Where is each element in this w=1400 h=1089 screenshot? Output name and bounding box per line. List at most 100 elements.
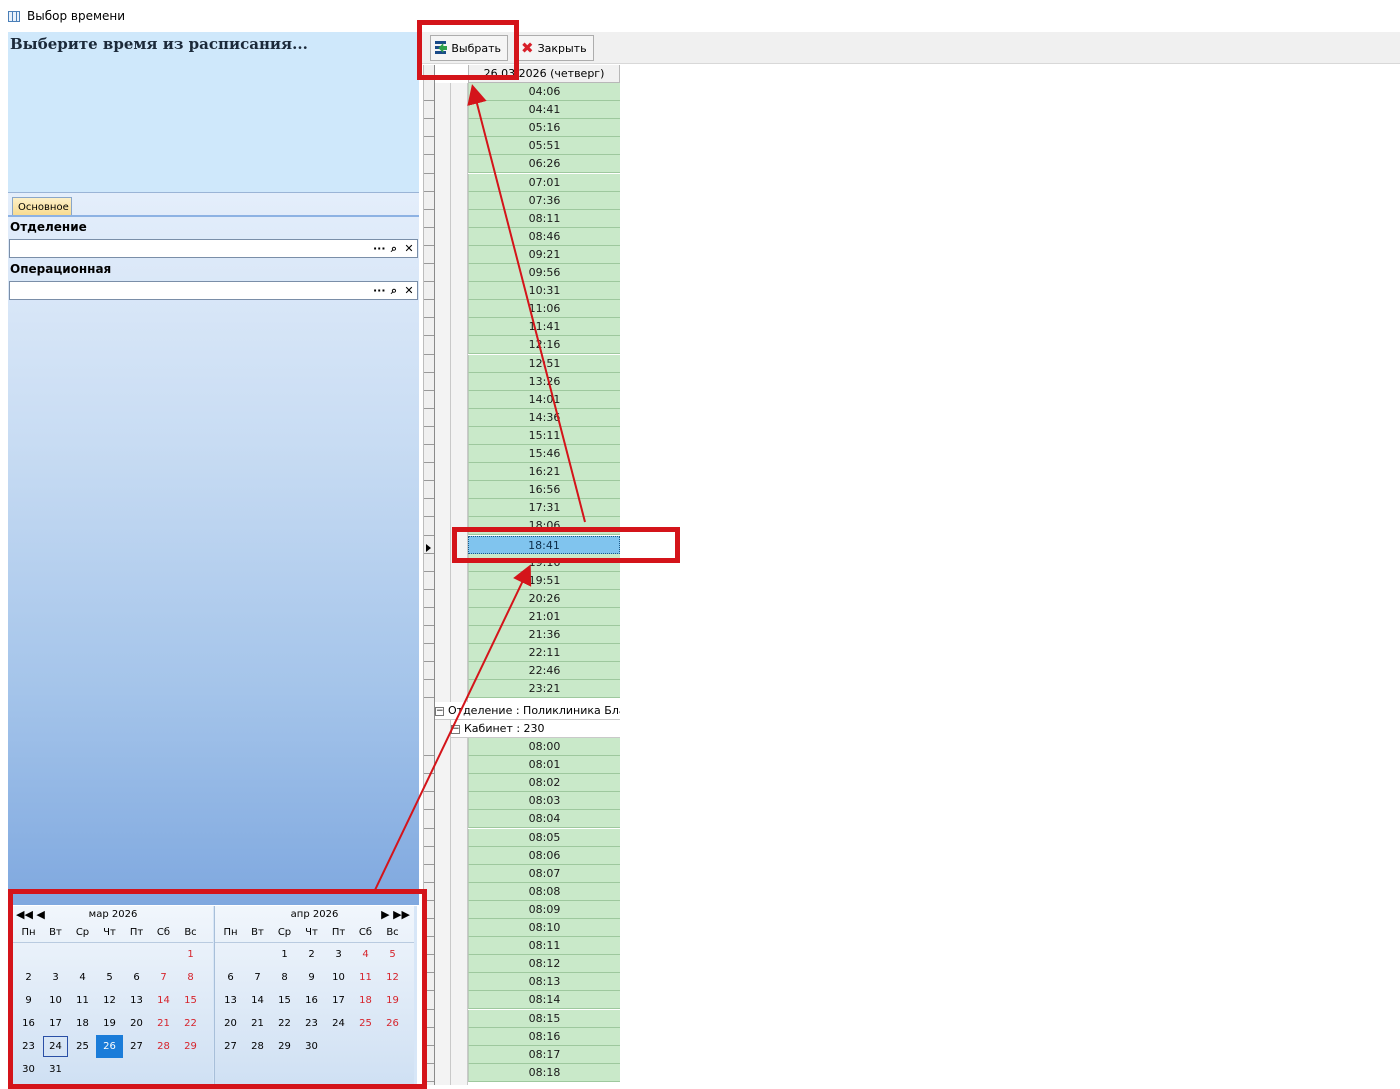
- calendar-day[interactable]: 17: [325, 989, 352, 1012]
- calendar-day[interactable]: 13: [217, 989, 244, 1012]
- calendar-day[interactable]: 15: [271, 989, 298, 1012]
- calendar-day[interactable]: 22: [271, 1012, 298, 1035]
- calendar-day[interactable]: 25: [69, 1035, 96, 1058]
- calendar-day[interactable]: 2: [298, 943, 325, 966]
- calendar-day[interactable]: 29: [177, 1035, 204, 1058]
- time-slot[interactable]: 08:03: [468, 792, 620, 811]
- calendar-day[interactable]: 26: [379, 1012, 406, 1035]
- calendar-day[interactable]: 16: [298, 989, 325, 1012]
- time-slot[interactable]: 08:11: [468, 209, 620, 228]
- time-slot[interactable]: 08:02: [468, 774, 620, 793]
- calendar-day[interactable]: 7: [150, 966, 177, 989]
- calendar-day[interactable]: 24: [42, 1035, 69, 1058]
- calendar-day[interactable]: 11: [69, 989, 96, 1012]
- time-slot[interactable]: 10:31: [468, 282, 620, 301]
- time-slot[interactable]: 14:01: [468, 390, 620, 409]
- calendar-day[interactable]: 18: [352, 989, 379, 1012]
- time-slot[interactable]: 22:46: [468, 662, 620, 681]
- close-button[interactable]: ✖ Закрыть: [516, 35, 594, 61]
- calendar-day[interactable]: 7: [244, 966, 271, 989]
- select-button[interactable]: Выбрать: [430, 35, 508, 61]
- calendar-day[interactable]: 6: [123, 966, 150, 989]
- time-slot[interactable]: 19:16: [468, 553, 620, 572]
- calendar-day[interactable]: 12: [379, 966, 406, 989]
- calendar-day[interactable]: 15: [177, 989, 204, 1012]
- ellipsis-icon[interactable]: ···: [373, 242, 386, 256]
- calendar-day[interactable]: 14: [244, 989, 271, 1012]
- calendar-day[interactable]: 28: [150, 1035, 177, 1058]
- clear-icon[interactable]: ✕: [403, 242, 415, 256]
- time-slot[interactable]: 08:11: [468, 937, 620, 956]
- time-slot[interactable]: 07:36: [468, 191, 620, 210]
- time-slot[interactable]: 21:36: [468, 626, 620, 645]
- collapse-icon[interactable]: −: [435, 706, 444, 716]
- time-slot[interactable]: 08:14: [468, 991, 620, 1010]
- time-slot[interactable]: 11:06: [468, 300, 620, 319]
- time-slot[interactable]: 08:12: [468, 955, 620, 974]
- calendar-day[interactable]: 1: [177, 943, 204, 966]
- calendar-day[interactable]: 14: [150, 989, 177, 1012]
- time-slot[interactable]: 13:26: [468, 372, 620, 391]
- time-slot[interactable]: 15:11: [468, 426, 620, 445]
- time-slot[interactable]: 04:06: [468, 83, 620, 102]
- time-slot[interactable]: 05:16: [468, 119, 620, 138]
- time-slot[interactable]: 18:06: [468, 517, 620, 536]
- time-slot[interactable]: 09:56: [468, 264, 620, 283]
- time-slot[interactable]: 08:07: [468, 864, 620, 883]
- clear-icon[interactable]: ✕: [403, 284, 415, 298]
- calendar-day[interactable]: 3: [42, 966, 69, 989]
- time-slot[interactable]: 05:51: [468, 137, 620, 156]
- time-slot[interactable]: 14:36: [468, 408, 620, 427]
- calendar-day[interactable]: 12: [96, 989, 123, 1012]
- time-slot[interactable]: 08:18: [468, 1063, 620, 1082]
- collapse-icon[interactable]: −: [451, 724, 460, 734]
- time-slot[interactable]: 04:41: [468, 101, 620, 120]
- time-slot[interactable]: 08:06: [468, 846, 620, 865]
- time-slot[interactable]: 12:51: [468, 354, 620, 373]
- calendar-day[interactable]: 9: [298, 966, 325, 989]
- calendar-day[interactable]: 18: [69, 1012, 96, 1035]
- department-field[interactable]: ··· ⌕ ✕: [9, 239, 418, 258]
- calendar-day[interactable]: 8: [271, 966, 298, 989]
- search-icon[interactable]: ⌕: [388, 242, 400, 256]
- time-slot[interactable]: 08:13: [468, 973, 620, 992]
- calendar-day[interactable]: 31: [42, 1058, 69, 1081]
- selected-time-slot[interactable]: 18:41: [468, 535, 620, 554]
- calendar-day[interactable]: 4: [352, 943, 379, 966]
- calendar-day[interactable]: 22: [177, 1012, 204, 1035]
- calendar-day[interactable]: 30: [15, 1058, 42, 1081]
- calendar-day[interactable]: 11: [352, 966, 379, 989]
- calendar-day-selected[interactable]: 26: [96, 1035, 123, 1058]
- calendar-day[interactable]: 4: [69, 966, 96, 989]
- time-slot[interactable]: 08:08: [468, 882, 620, 901]
- time-slot[interactable]: 08:10: [468, 919, 620, 938]
- time-slot[interactable]: 17:31: [468, 499, 620, 518]
- time-slot[interactable]: 08:16: [468, 1027, 620, 1046]
- calendar-day[interactable]: 9: [15, 989, 42, 1012]
- time-slot[interactable]: 06:26: [468, 155, 620, 174]
- calendar-day[interactable]: 24: [325, 1012, 352, 1035]
- calendar-day[interactable]: 10: [325, 966, 352, 989]
- calendar-day[interactable]: 5: [96, 966, 123, 989]
- calendar-day[interactable]: 16: [15, 1012, 42, 1035]
- calendar-day[interactable]: 29: [271, 1035, 298, 1058]
- time-slot[interactable]: 09:21: [468, 245, 620, 264]
- calendar-day[interactable]: 27: [123, 1035, 150, 1058]
- calendar-day[interactable]: 21: [150, 1012, 177, 1035]
- time-slot[interactable]: 16:21: [468, 463, 620, 482]
- calendar-day[interactable]: 27: [217, 1035, 244, 1058]
- calendar-day[interactable]: 3: [325, 943, 352, 966]
- tab-main[interactable]: Основное: [12, 197, 72, 217]
- calendar-day[interactable]: 21: [244, 1012, 271, 1035]
- calendar-day[interactable]: 1: [271, 943, 298, 966]
- time-slot[interactable]: 12:16: [468, 336, 620, 355]
- calendar-day[interactable]: 19: [96, 1012, 123, 1035]
- time-slot[interactable]: 07:01: [468, 173, 620, 192]
- time-slot[interactable]: 21:01: [468, 607, 620, 626]
- calendar-day[interactable]: 23: [15, 1035, 42, 1058]
- time-slot[interactable]: 08:17: [468, 1045, 620, 1064]
- calendar-day[interactable]: 5: [379, 943, 406, 966]
- calendar-day[interactable]: 23: [298, 1012, 325, 1035]
- calendar-day[interactable]: 30: [298, 1035, 325, 1058]
- time-slot[interactable]: 08:00: [468, 738, 620, 757]
